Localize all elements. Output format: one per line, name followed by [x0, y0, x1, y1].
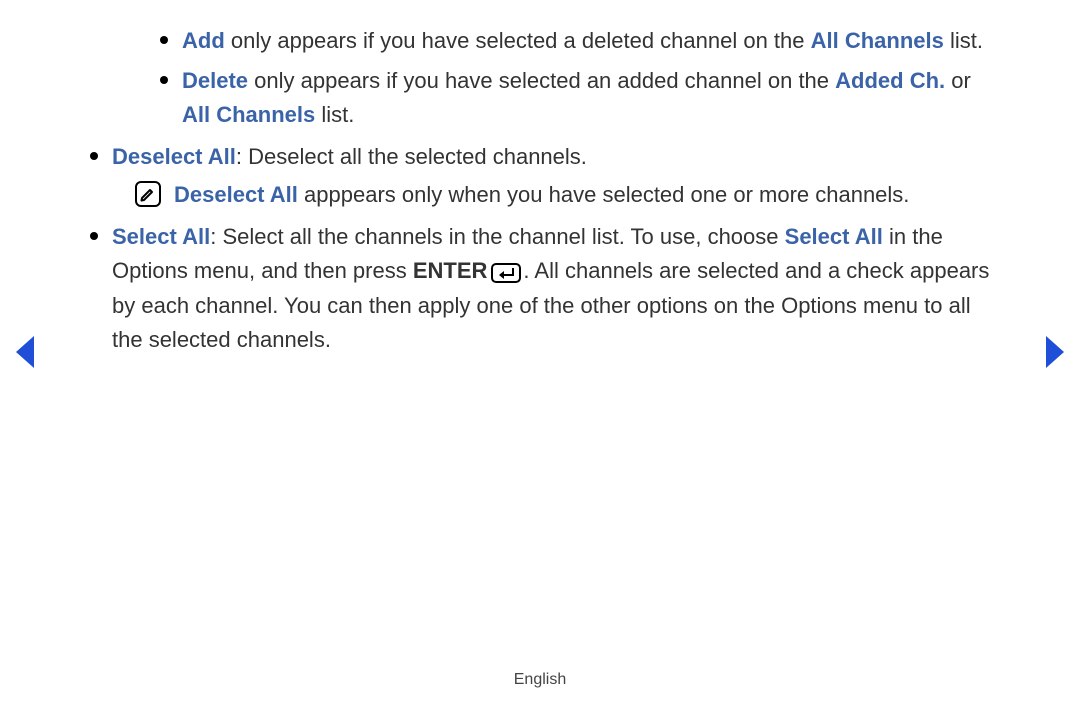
- keyword-all-channels: All Channels: [182, 102, 315, 127]
- text: apppears only when you have selected one…: [298, 182, 910, 207]
- text: list.: [315, 102, 354, 127]
- note-text: Deselect All apppears only when you have…: [174, 178, 909, 212]
- sub-bullet-list: Add only appears if you have selected a …: [90, 24, 990, 132]
- keyword-all-channels: All Channels: [811, 28, 944, 53]
- keyword-delete: Delete: [182, 68, 248, 93]
- text: only appears if you have selected an add…: [248, 68, 835, 93]
- bullet-deselect-all: Deselect All: Deselect all the selected …: [90, 140, 990, 212]
- keyword-deselect-all: Deselect All: [174, 182, 298, 207]
- keyword-deselect-all: Deselect All: [112, 144, 236, 169]
- bullet-add: Add only appears if you have selected a …: [160, 24, 990, 58]
- bullet-select-all: Select All: Select all the channels in t…: [90, 220, 990, 357]
- text: only appears if you have selected a dele…: [225, 28, 811, 53]
- note-row: Deselect All apppears only when you have…: [134, 178, 990, 212]
- main-bullet-list: Deselect All: Deselect all the selected …: [90, 140, 990, 357]
- text: or: [945, 68, 971, 93]
- manual-page-content: Add only appears if you have selected a …: [90, 24, 990, 365]
- nav-next-button[interactable]: [1042, 334, 1068, 370]
- note-pencil-icon: [134, 180, 162, 208]
- keyword-add: Add: [182, 28, 225, 53]
- nav-prev-button[interactable]: [12, 334, 38, 370]
- keyword-select-all: Select All: [112, 224, 210, 249]
- footer-language: English: [0, 671, 1080, 689]
- keyword-added-ch: Added Ch.: [835, 68, 945, 93]
- text: list.: [944, 28, 983, 53]
- enter-key-icon: [491, 255, 521, 289]
- keyword-select-all: Select All: [785, 224, 883, 249]
- text: : Deselect all the selected channels.: [236, 144, 587, 169]
- text: : Select all the channels in the channel…: [210, 224, 784, 249]
- bullet-delete: Delete only appears if you have selected…: [160, 64, 990, 132]
- key-enter: ENTER: [413, 258, 488, 283]
